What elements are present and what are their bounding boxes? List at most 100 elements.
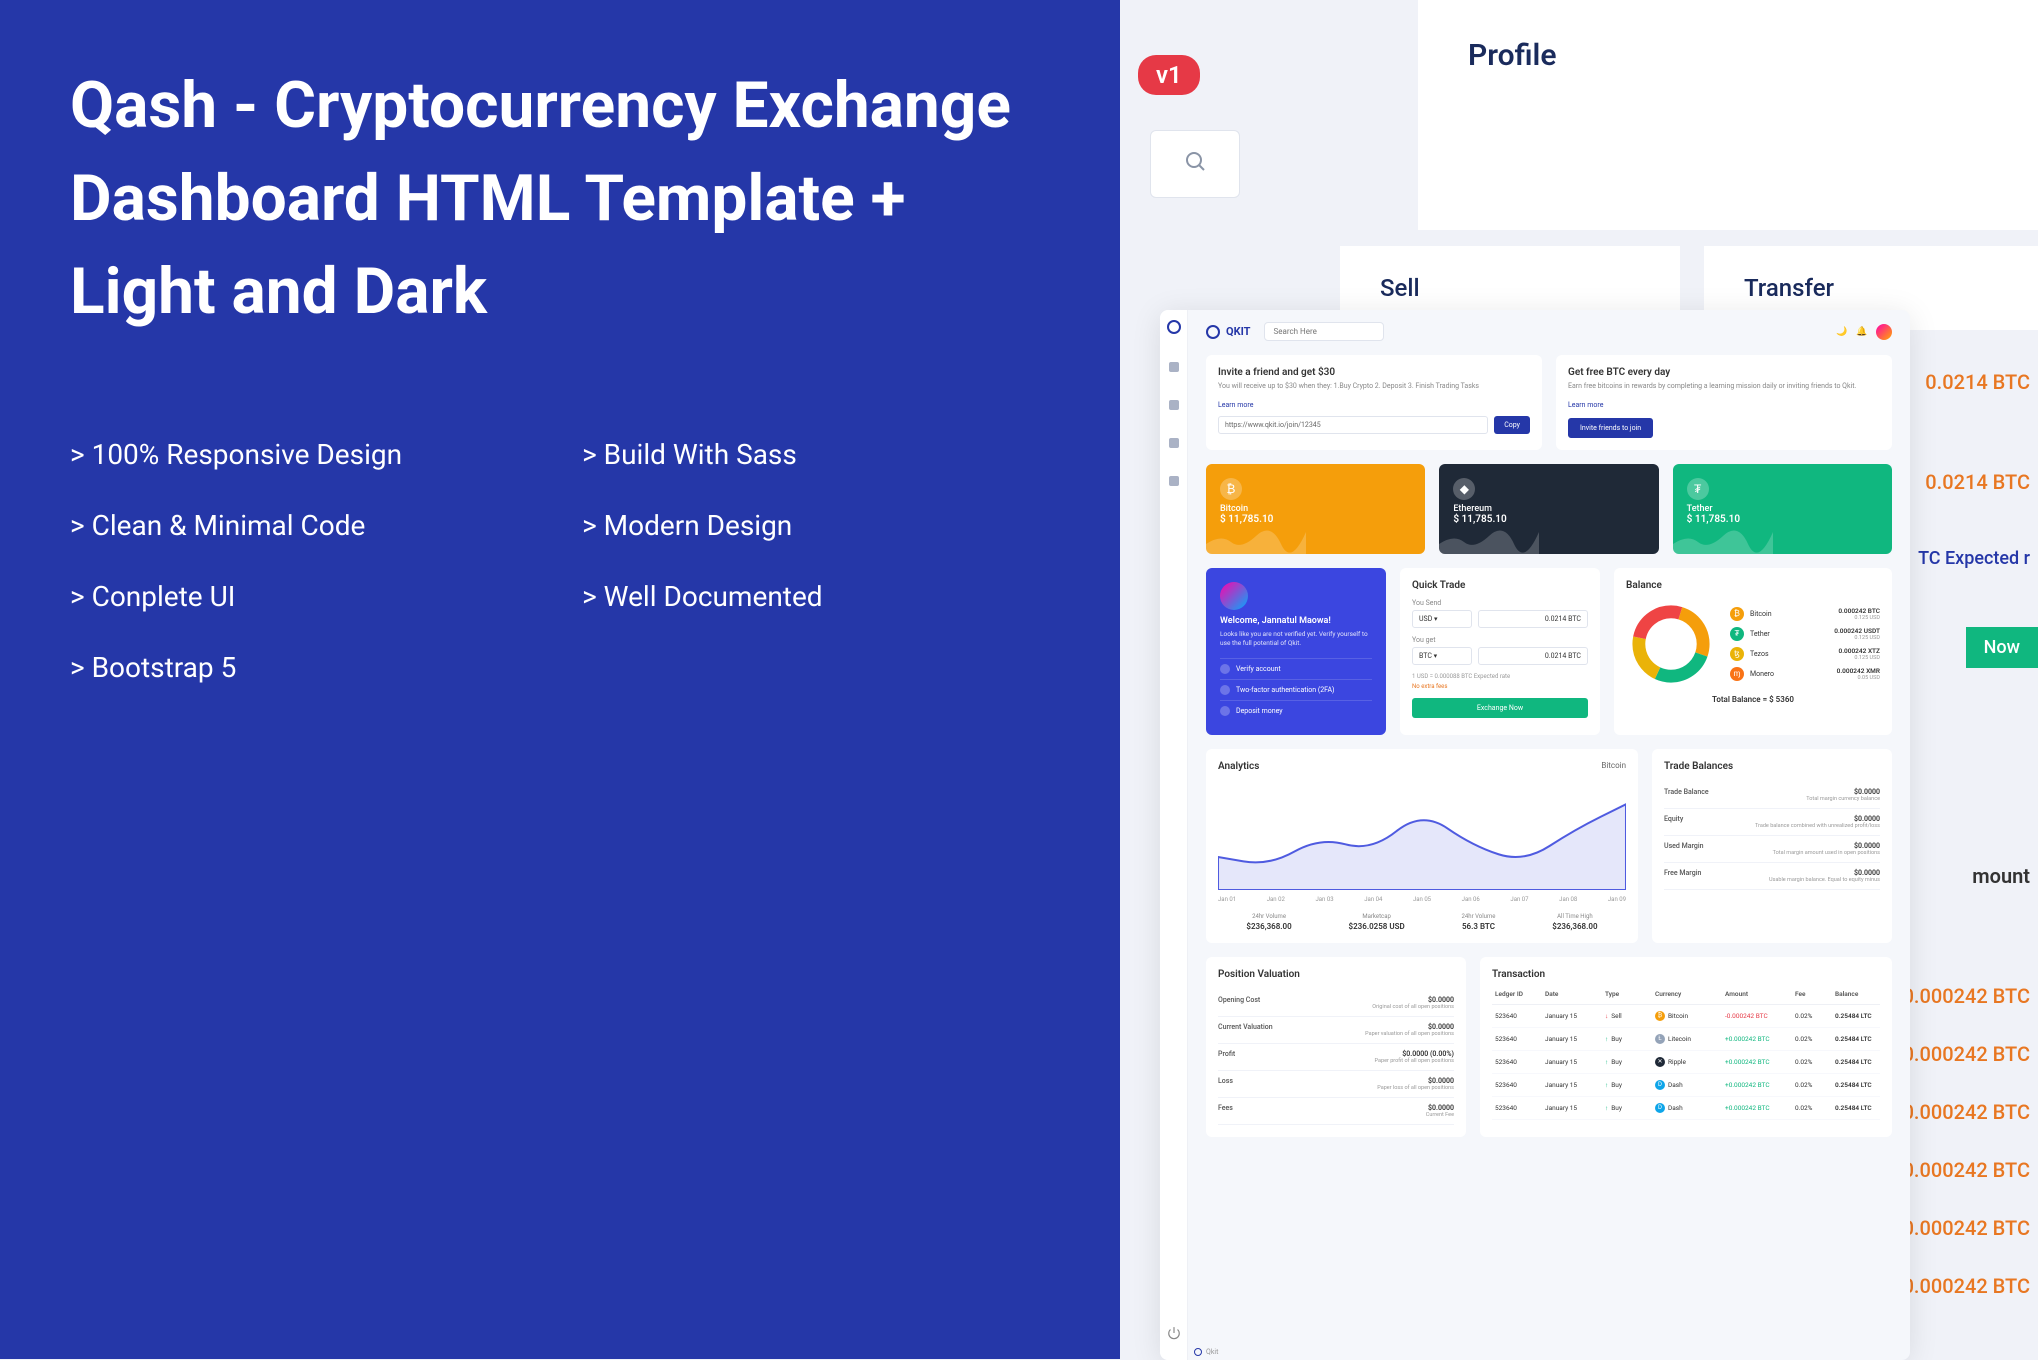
table-header: Fee bbox=[1792, 990, 1832, 998]
avatar[interactable] bbox=[1876, 324, 1892, 340]
stat-item: 24hr Volume56.3 BTC bbox=[1462, 913, 1496, 931]
trade-balances-title: Trade Balances bbox=[1664, 761, 1880, 772]
bullet-icon bbox=[1220, 706, 1230, 716]
promo-link[interactable]: Learn more bbox=[1218, 401, 1253, 409]
fee-note: No extra fees bbox=[1412, 683, 1588, 690]
invite-button[interactable]: Invite friends to join bbox=[1568, 418, 1653, 438]
table-header: Type bbox=[1602, 990, 1652, 998]
x-axis-label: Jan 07 bbox=[1510, 896, 1528, 903]
nav-icon-wallet[interactable] bbox=[1169, 400, 1179, 410]
snippet-btc-value: 0.000242 BTC bbox=[1903, 1158, 2038, 1182]
coin-card[interactable]: ◆Ethereum$ 11,785.10 bbox=[1439, 464, 1658, 554]
coin-name: Ethereum bbox=[1453, 504, 1644, 514]
search-button[interactable] bbox=[1150, 130, 1240, 198]
trade-balances-card: Trade Balances Trade Balance$0.0000Total… bbox=[1652, 749, 1892, 943]
bell-icon[interactable]: 🔔 bbox=[1856, 327, 1866, 337]
welcome-action-item[interactable]: Two-factor authentication (2FA) bbox=[1220, 679, 1372, 700]
welcome-card: Welcome, Jannatul Maowa! Looks like you … bbox=[1206, 568, 1386, 735]
balance-item: ₿Bitcoin0.000242 BTC0.125 USD bbox=[1730, 607, 1880, 621]
version-badge: v1 bbox=[1138, 55, 1200, 95]
coin-icon: Ł bbox=[1655, 1034, 1665, 1044]
coin-card[interactable]: ₿Bitcoin$ 11,785.10 bbox=[1206, 464, 1425, 554]
promo-desc: Earn free bitcoins in rewards by complet… bbox=[1568, 382, 1880, 392]
analytics-title: Analytics bbox=[1218, 761, 1259, 772]
brand-icon bbox=[1206, 325, 1220, 339]
get-amount-input[interactable]: 0.0214 BTC bbox=[1478, 647, 1588, 665]
nav-icon-tag[interactable] bbox=[1169, 476, 1179, 486]
trade-balance-item: Used Margin$0.0000Total margin amount us… bbox=[1664, 836, 1880, 863]
x-axis-label: Jan 08 bbox=[1559, 896, 1577, 903]
x-axis-label: Jan 05 bbox=[1413, 896, 1431, 903]
table-header: Balance bbox=[1832, 990, 1880, 998]
welcome-desc: Looks like you are not verified yet. Ver… bbox=[1220, 630, 1372, 648]
table-row[interactable]: 523640January 15↑BuyDDash+0.000242 BTC0.… bbox=[1492, 1074, 1880, 1097]
footer-logo-icon bbox=[1194, 1348, 1202, 1356]
user-avatar bbox=[1220, 582, 1248, 610]
table-row[interactable]: 523640January 15↓Sell₿Bitcoin-0.000242 B… bbox=[1492, 1005, 1880, 1028]
welcome-action-item[interactable]: Verify account bbox=[1220, 658, 1372, 679]
coin-icon: ◆ bbox=[1453, 478, 1475, 500]
coin-name: Bitcoin bbox=[1220, 504, 1411, 514]
table-row[interactable]: 523640January 15↑BuyDDash+0.000242 BTC0.… bbox=[1492, 1097, 1880, 1120]
x-axis-label: Jan 06 bbox=[1462, 896, 1480, 903]
coin-card[interactable]: ₮Tether$ 11,785.10 bbox=[1673, 464, 1892, 554]
coin-icon: ₮ bbox=[1687, 478, 1709, 500]
brand-text: QKIT bbox=[1226, 325, 1250, 338]
profile-panel: Profile bbox=[1418, 0, 2038, 230]
copy-button[interactable]: Copy bbox=[1494, 416, 1530, 434]
referral-url-input[interactable] bbox=[1218, 416, 1488, 434]
feature-item: > Clean & Minimal Code bbox=[70, 509, 402, 542]
stat-item: Marketcap$236.0258 USD bbox=[1349, 913, 1405, 931]
table-row[interactable]: 523640January 15↑Buy✕Ripple+0.000242 BTC… bbox=[1492, 1051, 1880, 1074]
coin-icon: ꜩ bbox=[1730, 647, 1744, 661]
quick-trade-title: Quick Trade bbox=[1412, 580, 1588, 591]
quick-trade-card: Quick Trade You Send USD ▾ 0.0214 BTC Yo… bbox=[1400, 568, 1600, 735]
trade-balance-item: Trade Balance$0.0000Total margin currenc… bbox=[1664, 782, 1880, 809]
brand[interactable]: QKIT bbox=[1206, 325, 1250, 339]
analytics-chart bbox=[1218, 780, 1626, 890]
footer-brand: Qkit bbox=[1194, 1348, 1218, 1356]
power-icon[interactable] bbox=[1167, 1326, 1181, 1340]
position-item: Fees$0.0000Current Fee bbox=[1218, 1098, 1454, 1125]
balance-item: ɱMonero0.000242 XMR0.05 USD bbox=[1730, 667, 1880, 681]
logo-icon[interactable] bbox=[1167, 320, 1181, 334]
promo-invite: Invite a friend and get $30 You will rec… bbox=[1206, 355, 1542, 450]
table-header: Ledger ID bbox=[1492, 990, 1542, 998]
balance-title: Balance bbox=[1626, 580, 1880, 591]
coin-icon: ₿ bbox=[1730, 607, 1744, 621]
welcome-action-item[interactable]: Deposit money bbox=[1220, 700, 1372, 721]
coin-icon: ₮ bbox=[1730, 627, 1744, 641]
nav-icon-home[interactable] bbox=[1169, 362, 1179, 372]
hero-panel: Qash - Cryptocurrency Exchange Dashboard… bbox=[0, 0, 1120, 1359]
get-label: You get bbox=[1412, 636, 1588, 644]
analytics-coin: Bitcoin bbox=[1601, 761, 1626, 772]
exchange-button[interactable]: Exchange Now bbox=[1412, 698, 1588, 718]
table-header: Currency bbox=[1652, 990, 1722, 998]
x-axis-label: Jan 04 bbox=[1364, 896, 1382, 903]
nav-icon-mail[interactable] bbox=[1169, 438, 1179, 448]
position-valuation-card: Position Valuation Opening Cost$0.0000Or… bbox=[1206, 957, 1466, 1137]
coin-icon: ₿ bbox=[1220, 478, 1242, 500]
coin-icon: ɱ bbox=[1730, 667, 1744, 681]
total-balance: Total Balance = $ 5360 bbox=[1626, 695, 1880, 704]
hero-title: Qash - Cryptocurrency Exchange Dashboard… bbox=[70, 60, 1050, 338]
coin-icon: ✕ bbox=[1655, 1057, 1665, 1067]
moon-icon[interactable]: 🌙 bbox=[1836, 327, 1846, 337]
promo-title: Invite a friend and get $30 bbox=[1218, 367, 1530, 378]
position-item: Loss$0.0000Paper loss of all open positi… bbox=[1218, 1071, 1454, 1098]
trade-balance-item: Free Margin$0.0000Usable margin balance.… bbox=[1664, 863, 1880, 890]
dashboard-sidebar bbox=[1160, 310, 1188, 1360]
feature-item: > 100% Responsive Design bbox=[70, 438, 402, 471]
get-currency-select[interactable]: BTC ▾ bbox=[1412, 647, 1472, 665]
search-input[interactable] bbox=[1264, 322, 1384, 341]
search-icon bbox=[1183, 149, 1207, 179]
send-amount-input[interactable]: 0.0214 BTC bbox=[1478, 610, 1588, 628]
stat-item: All Time High$236,368.00 bbox=[1552, 913, 1597, 931]
send-currency-select[interactable]: USD ▾ bbox=[1412, 610, 1472, 628]
feature-columns: > 100% Responsive Design > Clean & Minima… bbox=[70, 438, 1050, 684]
transactions-card: Transaction Ledger IDDateTypeCurrencyAmo… bbox=[1480, 957, 1892, 1137]
promo-link[interactable]: Learn more bbox=[1568, 401, 1603, 409]
table-row[interactable]: 523640January 15↑BuyŁLitecoin+0.000242 B… bbox=[1492, 1028, 1880, 1051]
arrow-up-icon: ↑ bbox=[1605, 1081, 1608, 1089]
arrow-up-icon: ↑ bbox=[1605, 1058, 1608, 1066]
